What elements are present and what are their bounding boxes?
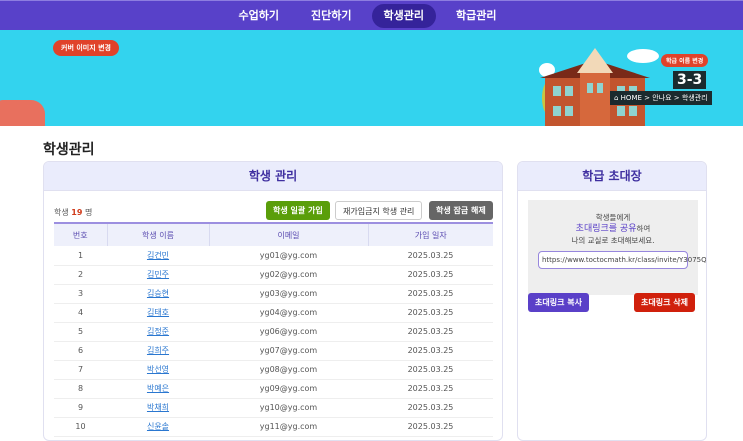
invite-line1: 학생들에게 (595, 213, 631, 222)
table-row: 9 박채희 yg10@yg.com 2025.03.25 (54, 398, 493, 418)
cell-email: yg03@yg.com (209, 284, 368, 304)
student-management-card: 학생 관리 학생 19 명 학생 일괄 가입 재가입금지 학생 관리 학생 잠금… (43, 161, 503, 441)
student-name-link[interactable]: 박예은 (147, 384, 169, 393)
student-name-link[interactable]: 김정준 (147, 327, 169, 336)
invite-card: 학급 초대장 학생들에게 초대링크를 공유하여 나의 교실로 초대해보세요. h… (517, 161, 707, 441)
cell-name: 김정준 (107, 322, 209, 342)
nav-class-manage[interactable]: 학급관리 (444, 4, 508, 28)
student-name-link[interactable]: 김희주 (147, 346, 169, 355)
class-name: 3-3 (673, 71, 707, 89)
cell-email: yg10@yg.com (209, 398, 368, 418)
table-row: 10 신윤솔 yg11@yg.com 2025.03.25 (54, 417, 493, 437)
count-value: 19 (71, 208, 83, 217)
table-row: 6 김희주 yg07@yg.com 2025.03.25 (54, 341, 493, 361)
invite-highlight: 초대링크를 공유 (575, 224, 637, 234)
col-date: 가입 일자 (367, 222, 493, 246)
unlock-students-button[interactable]: 학생 잠금 해제 (429, 201, 493, 220)
card-header: 학생 관리 (44, 162, 502, 191)
cell-date: 2025.03.25 (368, 303, 493, 323)
page-title: 학생관리 (43, 142, 95, 158)
nav-diagnosis[interactable]: 진단하기 (299, 4, 363, 28)
cover-banner: 커버 이미지 변경 학급 이름 변경 3-3 ⌂ HOME > 안나요 > 학생… (0, 30, 743, 126)
invite-header: 학급 초대장 (518, 162, 706, 191)
student-name-link[interactable]: 김민주 (147, 270, 169, 279)
student-count: 학생 19 명 (54, 207, 92, 218)
invite-line2: 하여 (636, 224, 651, 233)
breadcrumb: ⌂ HOME > 안나요 > 학생관리 (610, 91, 712, 105)
student-name-link[interactable]: 박채희 (147, 403, 169, 412)
cell-name: 박채희 (107, 398, 209, 418)
table-row: 2 김민주 yg02@yg.com 2025.03.25 (54, 265, 493, 285)
cell-number: 2 (54, 265, 107, 285)
cell-number: 9 (54, 398, 107, 418)
invite-line3: 나의 교실로 초대해보세요. (571, 236, 655, 245)
col-name: 학생 이름 (106, 222, 209, 246)
table-row: 3 김승현 yg03@yg.com 2025.03.25 (54, 284, 493, 304)
cell-number: 1 (54, 246, 107, 266)
cell-email: yg02@yg.com (209, 265, 368, 285)
col-email: 이메일 (208, 222, 368, 246)
cell-email: yg01@yg.com (209, 246, 368, 266)
table-row: 4 김태호 yg04@yg.com 2025.03.25 (54, 303, 493, 323)
cell-name: 김민주 (107, 265, 209, 285)
change-cover-button[interactable]: 커버 이미지 변경 (53, 40, 119, 56)
change-class-name-button[interactable]: 학급 이름 변경 (661, 54, 709, 67)
cell-number: 5 (54, 322, 107, 342)
cell-email: yg06@yg.com (209, 322, 368, 342)
cell-name: 박예은 (107, 379, 209, 399)
table-row: 7 박선영 yg08@yg.com 2025.03.25 (54, 360, 493, 380)
cell-email: yg11@yg.com (209, 417, 368, 437)
delete-invite-button[interactable]: 초대링크 삭제 (634, 293, 695, 312)
nav-students[interactable]: 학생관리 (371, 4, 436, 28)
cell-email: yg07@yg.com (209, 341, 368, 361)
cell-date: 2025.03.25 (368, 417, 493, 437)
cell-email: yg09@yg.com (209, 379, 368, 399)
cell-date: 2025.03.25 (368, 265, 493, 285)
table-row: 8 박예은 yg09@yg.com 2025.03.25 (54, 379, 493, 399)
cell-date: 2025.03.25 (368, 322, 493, 342)
cell-name: 박선영 (107, 360, 209, 380)
table-row: 1 김건민 yg01@yg.com 2025.03.25 (54, 246, 493, 266)
cell-name: 김건민 (107, 246, 209, 266)
cell-name: 신윤솔 (107, 417, 209, 437)
cell-date: 2025.03.25 (368, 360, 493, 380)
banned-students-button[interactable]: 재가입금지 학생 관리 (335, 201, 423, 220)
student-name-link[interactable]: 박선영 (147, 365, 169, 374)
cell-number: 10 (54, 417, 107, 437)
bulk-register-button[interactable]: 학생 일괄 가입 (266, 201, 330, 220)
copy-invite-button[interactable]: 초대링크 복사 (528, 293, 589, 312)
cell-date: 2025.03.25 (368, 398, 493, 418)
cell-email: yg08@yg.com (209, 360, 368, 380)
cell-number: 6 (54, 341, 107, 361)
cell-number: 3 (54, 284, 107, 304)
cell-number: 7 (54, 360, 107, 380)
top-nav: 수업하기 진단하기 학생관리 학급관리 (0, 0, 743, 30)
cell-email: yg04@yg.com (209, 303, 368, 323)
cell-name: 김태호 (107, 303, 209, 323)
student-name-link[interactable]: 김건민 (147, 251, 169, 260)
cell-name: 김승현 (107, 284, 209, 304)
bus-illustration (0, 100, 45, 126)
invite-box: 학생들에게 초대링크를 공유하여 나의 교실로 초대해보세요. https://… (528, 200, 706, 295)
cell-number: 4 (54, 303, 107, 323)
home-icon: ⌂ (614, 94, 621, 102)
cell-date: 2025.03.25 (368, 246, 493, 266)
breadcrumb-text: HOME > 안나요 > 학생관리 (620, 94, 708, 102)
cell-date: 2025.03.25 (368, 284, 493, 304)
student-name-link[interactable]: 김태호 (147, 308, 169, 317)
cell-name: 김희주 (107, 341, 209, 361)
student-table: 번호 학생 이름 이메일 가입 일자 1 김건민 yg01@yg.com 2025.0… (54, 222, 493, 437)
col-number: 번호 (54, 222, 107, 246)
school-illustration (539, 48, 659, 126)
invite-url-field[interactable]: https://www.toctocmath.kr/class/invite/Y… (538, 251, 706, 269)
cell-date: 2025.03.25 (368, 341, 493, 361)
count-prefix: 학생 (54, 208, 69, 217)
student-name-link[interactable]: 김승현 (147, 289, 169, 298)
cell-number: 8 (54, 379, 107, 399)
cell-date: 2025.03.25 (368, 379, 493, 399)
table-row: 5 김정준 yg06@yg.com 2025.03.25 (54, 322, 493, 342)
nav-class[interactable]: 수업하기 (227, 4, 291, 28)
count-suffix: 명 (84, 208, 93, 217)
